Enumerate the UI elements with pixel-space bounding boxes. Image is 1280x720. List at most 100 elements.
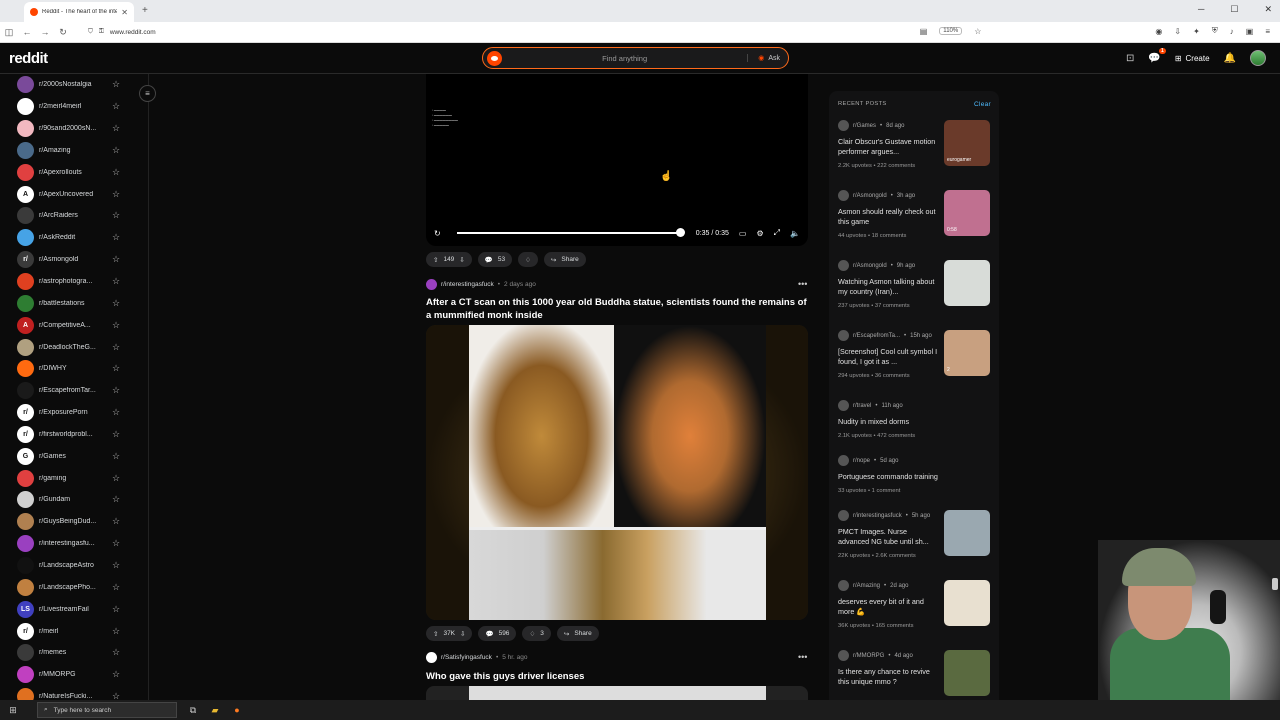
new-tab-icon[interactable]: + xyxy=(142,2,148,22)
video-player[interactable]: ▪ ▬▬▬▬ ▪ ▬▬▬▬▬▬ ▪ ▬▬▬▬▬▬▬▬ ▪ ▬▬▬▬▬ ↻ 0:3… xyxy=(426,74,808,246)
recent-post[interactable]: r/Asmongold • 3h ago Asmon should really ch… xyxy=(838,190,990,256)
favorite-star-icon[interactable]: ☆ xyxy=(112,473,120,484)
favorite-star-icon[interactable]: ☆ xyxy=(112,232,120,243)
recent-post-thumbnail[interactable]: eurogamer xyxy=(944,120,990,166)
sidebar-item[interactable]: r/memes ☆ xyxy=(0,642,148,664)
sidebar-item[interactable]: r/EscapefromTar... ☆ xyxy=(0,380,148,402)
recent-post-title[interactable]: Portuguese commando training xyxy=(838,472,938,482)
sidebar-item[interactable]: Ar/CompetitiveA... ☆ xyxy=(0,314,148,336)
vote-control[interactable]: ⇧ 149 ⇩ xyxy=(426,252,472,267)
recent-post-title[interactable]: Watching Asmon talking about my country … xyxy=(838,277,938,297)
downvote-icon[interactable]: ⇩ xyxy=(459,256,464,264)
close-tab-icon[interactable]: ✕ xyxy=(121,8,128,17)
recent-post-subreddit[interactable]: r/Asmongold xyxy=(853,193,887,199)
recent-post[interactable]: r/Amazing • 2d ago deserves every bit of it… xyxy=(838,580,990,646)
sidebar-item[interactable]: r/DeadlockTheG... ☆ xyxy=(0,336,148,358)
post-title[interactable]: After a CT scan on this 1000 year old Bu… xyxy=(426,296,811,322)
url-text[interactable]: www.reddit.com xyxy=(110,29,156,36)
zoom-level[interactable]: 110% xyxy=(939,27,963,35)
forward-icon[interactable]: → xyxy=(36,27,54,37)
comments-button[interactable]: 💬 53 xyxy=(477,252,513,267)
recent-post-title[interactable]: [Screenshot] Cool cult symbol I found, I… xyxy=(838,347,938,367)
back-icon[interactable]: ← xyxy=(18,27,36,37)
menu-icon[interactable]: ≡ xyxy=(1265,27,1270,36)
favorite-star-icon[interactable]: ☆ xyxy=(112,385,120,396)
recent-post-title[interactable]: Asmon should really check out this game xyxy=(838,207,938,227)
share-button[interactable]: ↪ Share xyxy=(543,252,586,267)
replay-icon[interactable]: ↻ xyxy=(434,229,441,238)
comments-button[interactable]: 💬 596 xyxy=(478,626,517,641)
puzzle-icon[interactable]: ✦ xyxy=(1193,27,1200,36)
recent-post-thumbnail[interactable]: 2 xyxy=(944,330,990,376)
recent-post-subreddit[interactable]: r/EscapefromTa... xyxy=(853,333,900,339)
user-avatar[interactable] xyxy=(1250,50,1266,66)
lock-icon[interactable]: ⚿ xyxy=(99,28,104,36)
favorite-star-icon[interactable]: ☆ xyxy=(112,647,120,658)
award-button[interactable]: ♢ 3 xyxy=(522,626,551,641)
recent-post-thumbnail[interactable] xyxy=(944,260,990,306)
favorite-star-icon[interactable]: ☆ xyxy=(112,79,120,90)
recent-post-subreddit[interactable]: r/interestingasfuck xyxy=(853,513,902,519)
firefox-icon[interactable]: ● xyxy=(231,704,243,716)
sidebar-item[interactable]: LS r/LivestreamFail ☆ xyxy=(0,598,148,620)
recent-post-title[interactable]: PMCT Images. Nurse advanced NG tube unti… xyxy=(838,527,938,547)
favorite-star-icon[interactable]: ☆ xyxy=(112,101,120,112)
subreddit-name[interactable]: r/Satisfyingasfuck xyxy=(441,654,492,661)
sidebar-item[interactable]: r/LandscapePho... ☆ xyxy=(0,576,148,598)
sidebar-item[interactable]: r/Gundam ☆ xyxy=(0,489,148,511)
reader-view-icon[interactable]: ▤ xyxy=(920,27,928,36)
captions-icon[interactable]: ▭ xyxy=(739,229,747,238)
recent-post-title[interactable]: Nudity in mixed dorms xyxy=(838,417,938,427)
minimize-icon[interactable]: ─ xyxy=(1198,4,1204,15)
recent-post[interactable]: r/Games • 8d ago Clair Obscur's Gustave mot… xyxy=(838,120,990,186)
recent-post[interactable]: r/Asmongold • 9h ago Watching Asmon talking… xyxy=(838,260,990,326)
favorite-star-icon[interactable]: ☆ xyxy=(112,626,120,637)
shield-extension-icon[interactable]: ⛨ xyxy=(1212,26,1218,36)
downvote-icon[interactable]: ⇩ xyxy=(460,630,465,638)
recent-post-subreddit[interactable]: r/nope xyxy=(853,458,870,464)
subreddit-icon[interactable] xyxy=(426,652,437,663)
windows-start-icon[interactable]: ⊞ xyxy=(7,704,19,716)
clear-button[interactable]: Clear xyxy=(974,101,991,108)
favorite-star-icon[interactable]: ☆ xyxy=(112,494,120,505)
favorite-star-icon[interactable]: ☆ xyxy=(112,604,120,615)
award-button[interactable]: ♢ xyxy=(518,252,538,267)
task-view-icon[interactable]: ⧉ xyxy=(187,704,199,716)
recent-post[interactable]: r/EscapefromTa... • 15h ago [Screenshot] Co… xyxy=(838,330,990,396)
favorite-star-icon[interactable]: ☆ xyxy=(112,691,120,700)
favorite-star-icon[interactable]: ☆ xyxy=(112,145,120,156)
recent-post-subreddit[interactable]: r/travel xyxy=(853,403,871,409)
post-title[interactable]: Who gave this guys driver licenses xyxy=(426,670,811,683)
recent-post-title[interactable]: deserves every bit of it and more 💪 xyxy=(838,597,938,617)
recent-post-subreddit[interactable]: r/MMORPG xyxy=(853,653,884,659)
favorite-star-icon[interactable]: ☆ xyxy=(112,298,120,309)
upvote-icon[interactable]: ⇧ xyxy=(433,630,438,638)
sidebar-item[interactable]: r/r/Asmongold ☆ xyxy=(0,249,148,271)
reload-icon[interactable]: ↻ xyxy=(54,27,72,38)
sidebar-item[interactable]: r/r/ExposurePorn ☆ xyxy=(0,402,148,424)
recent-post-subreddit[interactable]: r/Games xyxy=(853,123,876,129)
favorite-star-icon[interactable]: ☆ xyxy=(112,254,120,265)
taskbar-search-input[interactable]: Type here to search xyxy=(54,707,111,714)
favorite-star-icon[interactable]: ☆ xyxy=(112,407,120,418)
sidebar-item[interactable]: r/Amazing ☆ xyxy=(0,140,148,162)
sidebar-item[interactable]: Gr/Games ☆ xyxy=(0,445,148,467)
reddit-logo[interactable]: reddit xyxy=(9,50,48,67)
post-image[interactable] xyxy=(426,686,808,700)
favorite-star-icon[interactable]: ☆ xyxy=(112,167,120,178)
volume-icon[interactable]: 🔈 xyxy=(790,229,800,238)
share-button[interactable]: ↪ Share xyxy=(556,626,599,641)
recent-post-thumbnail[interactable] xyxy=(944,580,990,626)
downloads-icon[interactable]: ⇩ xyxy=(1174,27,1181,36)
close-window-icon[interactable]: ✕ xyxy=(1264,4,1272,15)
taskbar-search[interactable]: ⌕ Type here to search xyxy=(37,702,177,718)
sidebar-item[interactable]: r/r/meirl ☆ xyxy=(0,620,148,642)
favorite-star-icon[interactable]: ☆ xyxy=(112,451,120,462)
create-button[interactable]: ⊞ Create xyxy=(1175,54,1210,63)
favorite-star-icon[interactable]: ☆ xyxy=(112,429,120,440)
favorite-star-icon[interactable]: ☆ xyxy=(112,516,120,527)
recent-post-title[interactable]: Is there any chance to revive this uniqu… xyxy=(838,667,938,687)
fullscreen-icon[interactable]: ⤢ xyxy=(774,228,780,238)
browser-tab[interactable]: Reddit - The heart of the intern ✕ xyxy=(24,2,134,22)
sidebar-item[interactable]: r/r/firstworldprobl... ☆ xyxy=(0,424,148,446)
